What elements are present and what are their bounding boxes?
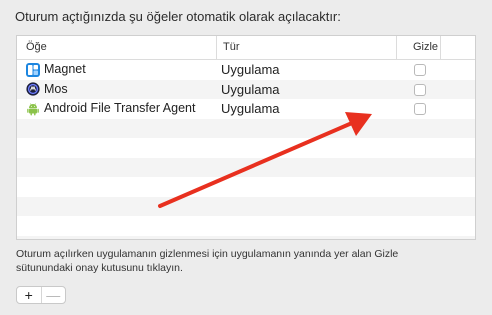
column-header-item[interactable]: Öğe <box>17 36 216 59</box>
item-name: Mos <box>44 81 68 96</box>
column-header-hide[interactable]: Gizle <box>396 36 440 59</box>
android-app-icon <box>27 103 39 116</box>
column-header-spacer <box>440 36 475 59</box>
item-name: Magnet <box>44 62 86 76</box>
login-items-heading: Oturum açtığınızda şu öğeler otomatik ol… <box>15 9 341 24</box>
table-row[interactable]: Android File Transfer Agent Uygulama <box>17 99 475 119</box>
add-remove-control: + — <box>16 286 66 304</box>
empty-row <box>17 118 475 138</box>
hide-checkbox[interactable] <box>414 103 426 115</box>
type-cell: Uygulama <box>221 81 280 97</box>
hide-hint-text: Oturum açılırken uygulamanın gizlenmesi … <box>16 248 399 274</box>
item-cell: Android File Transfer Agent <box>26 99 195 119</box>
login-items-table[interactable]: Öğe Tür Gizle Magnet Uygulama Mos Uygula… <box>16 35 476 240</box>
hide-checkbox[interactable] <box>414 83 426 96</box>
table-row[interactable]: Magnet Uygulama <box>17 60 475 80</box>
empty-row <box>17 196 475 216</box>
type-cell: Uygulama <box>221 62 280 77</box>
item-cell: Mos <box>26 80 68 100</box>
empty-row <box>17 235 475 239</box>
empty-row <box>17 138 475 158</box>
empty-row <box>17 157 475 177</box>
empty-row <box>17 216 475 236</box>
mos-app-icon <box>26 82 40 96</box>
magnet-app-icon <box>26 62 40 77</box>
item-cell: Magnet <box>26 60 86 80</box>
table-header: Öğe Tür Gizle <box>17 36 475 60</box>
hide-checkbox[interactable] <box>414 64 426 76</box>
item-name: Android File Transfer Agent <box>44 101 196 115</box>
table-row[interactable]: Mos Uygulama <box>17 79 475 100</box>
empty-row <box>17 177 475 197</box>
table-body: Magnet Uygulama Mos Uygulama Android Fil… <box>17 60 475 239</box>
column-header-type[interactable]: Tür <box>216 36 396 59</box>
type-cell: Uygulama <box>221 101 280 116</box>
remove-item-button[interactable]: — <box>42 287 66 303</box>
add-item-button[interactable]: + <box>17 287 42 303</box>
